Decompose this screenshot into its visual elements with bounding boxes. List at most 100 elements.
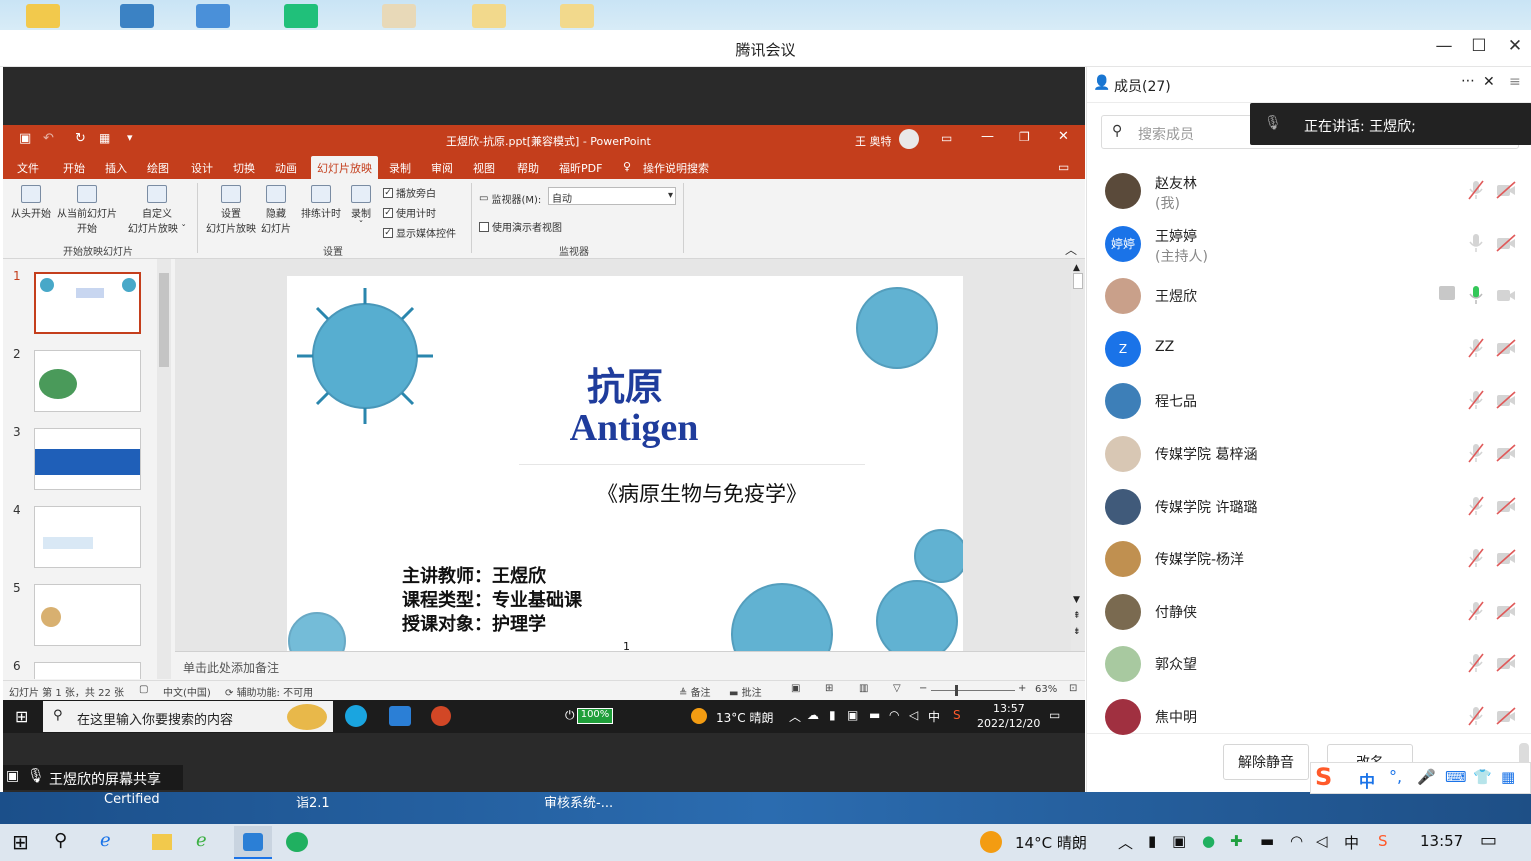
tab-foxit-pdf[interactable]: 福昕PDF <box>559 160 602 176</box>
panel-close-icon[interactable]: ✕ <box>1483 74 1495 90</box>
tab-file[interactable]: 文件 <box>17 160 39 176</box>
camera-off-icon[interactable] <box>1495 654 1517 672</box>
slide-thumb-6[interactable] <box>34 662 141 679</box>
comments-button[interactable]: ▬ 批注 <box>729 684 762 699</box>
undo-icon[interactable]: ↶ <box>43 131 54 146</box>
tray-chevron-icon[interactable]: ︿ <box>789 708 801 725</box>
ie-icon[interactable]: ℯ <box>100 830 111 851</box>
accessibility-status[interactable]: ⟳ 辅助功能: 不可用 <box>225 684 313 699</box>
monitor-icon[interactable] <box>120 4 154 28</box>
from-start-button[interactable]: 从头开始 <box>9 185 53 220</box>
mic-muted-icon[interactable] <box>1467 442 1485 464</box>
customize-qat-icon[interactable]: ▾ <box>127 131 133 144</box>
taskbar-weather[interactable]: 14°C 晴朗 <box>1015 832 1087 853</box>
scroll-up-icon[interactable]: ▲ <box>1073 263 1080 273</box>
rehearse-timings-button[interactable]: 排练计时 <box>299 185 343 220</box>
presenter-view-checkbox[interactable]: 使用演示者视图 <box>479 219 562 234</box>
taskbar-ime[interactable]: 中 <box>1344 832 1359 853</box>
mic-active-icon[interactable] <box>1467 284 1485 306</box>
mic-muted-icon[interactable] <box>1467 232 1485 254</box>
zoom-in-icon[interactable]: + <box>1018 683 1026 694</box>
camera-off-icon[interactable] <box>1495 707 1517 725</box>
save-icon[interactable]: ▣ <box>19 131 31 146</box>
keyboard-icon[interactable]: ⌨ <box>1445 768 1467 786</box>
mic-muted-icon[interactable] <box>1467 337 1485 359</box>
tab-draw[interactable]: 绘图 <box>147 160 169 176</box>
folder-icon[interactable] <box>26 4 60 28</box>
slideshow-view-icon[interactable]: ▽ <box>893 683 901 694</box>
tab-home[interactable]: 开始 <box>63 160 85 176</box>
notification-icon[interactable]: ▭ <box>1049 708 1060 722</box>
fit-slide-icon[interactable]: ⊡ <box>1069 683 1077 694</box>
app-360-icon[interactable] <box>196 4 230 28</box>
slide-thumb-3[interactable] <box>34 428 141 490</box>
zoom-level[interactable]: 63% <box>1035 684 1057 695</box>
windows-start-icon[interactable]: ⊞ <box>12 830 29 854</box>
taskbar-clock[interactable]: 13:57 <box>1420 832 1463 850</box>
ppt-minimize-icon[interactable]: — <box>981 129 994 144</box>
notes-pane[interactable]: 单击此处添加备注 <box>175 651 1085 679</box>
tab-design[interactable]: 设计 <box>191 160 213 176</box>
thumbnail-scrollbar[interactable] <box>157 259 171 679</box>
ime-mode[interactable]: 中 <box>1359 768 1375 792</box>
sogou-icon[interactable]: S <box>1378 832 1388 850</box>
from-current-button[interactable]: 从当前幻灯片 开始 <box>55 185 119 235</box>
record-button[interactable]: 录制 ˇ <box>347 185 375 231</box>
monitor-select[interactable]: 自动 ▾ <box>548 187 676 205</box>
desktop-label-3[interactable]: 审核系统-... <box>544 792 613 811</box>
reading-view-icon[interactable]: ▥ <box>859 683 868 694</box>
edge-icon[interactable] <box>345 705 367 727</box>
member-row[interactable]: 焦中明 <box>1087 691 1531 743</box>
member-row[interactable]: 传媒学院 葛梓涵 <box>1087 428 1531 480</box>
camera-off-icon[interactable] <box>1495 339 1517 357</box>
zoom-out-icon[interactable]: − <box>919 683 927 694</box>
ime-toolbar[interactable]: S 中 °, 🎤 ⌨ 👕 ▦ <box>1310 762 1531 794</box>
desktop-label-2[interactable]: 诣2.1 <box>296 792 330 811</box>
desktop-label-1[interactable]: Certified <box>104 792 160 807</box>
member-row[interactable]: 付静侠 <box>1087 586 1531 638</box>
tray-chevron-icon[interactable]: ︿ <box>1118 832 1133 853</box>
slide[interactable]: 抗原 Antigen 《病原生物与免疫学》 主讲教师：王煜欣 课程类型：专业基础… <box>287 276 963 653</box>
next-slide-icon[interactable]: ⇟ <box>1073 627 1081 637</box>
tab-animations[interactable]: 动画 <box>275 160 297 176</box>
prev-slide-icon[interactable]: ⇞ <box>1073 611 1081 621</box>
media-controls-checkbox[interactable]: ✓ 显示媒体控件 <box>383 225 456 240</box>
wechat-work-icon[interactable] <box>284 4 318 28</box>
voice-icon[interactable]: 🎤 <box>1417 768 1436 786</box>
member-row[interactable]: 婷婷 王婷婷 (主持人) <box>1087 218 1531 270</box>
language-status[interactable]: 中文(中国) <box>163 684 211 699</box>
document-icon[interactable] <box>382 4 416 28</box>
camera-off-icon[interactable] <box>1495 181 1517 199</box>
ppt-close-icon[interactable]: ✕ <box>1058 129 1069 144</box>
zoom-slider[interactable] <box>931 690 1015 691</box>
screen-share-label[interactable]: ▣ 🎙 王煜欣的屏幕共享 <box>3 765 183 790</box>
mic-icon[interactable]: ▮ <box>1148 832 1156 850</box>
more-icon[interactable]: ⋯ <box>1461 73 1475 89</box>
tab-view[interactable]: 视图 <box>473 160 495 176</box>
tab-help[interactable]: 帮助 <box>517 160 539 176</box>
custom-show-button[interactable]: 自定义 幻灯片放映 ˇ <box>125 185 189 235</box>
setup-show-button[interactable]: 设置 幻灯片放映 <box>203 185 259 235</box>
notes-button[interactable]: ≜ 备注 <box>679 684 711 699</box>
hide-slide-button[interactable]: 隐藏 幻灯片 <box>259 185 293 235</box>
mic-muted-icon[interactable] <box>1467 652 1485 674</box>
battery-tray-icon[interactable]: ▬ <box>1260 832 1274 850</box>
meeting-icon[interactable] <box>389 706 411 726</box>
narration-checkbox[interactable]: ✓ 播放旁白 <box>383 185 436 200</box>
wifi-icon[interactable]: ◠ <box>1290 832 1303 850</box>
meeting-taskbar-button[interactable] <box>234 826 272 859</box>
mic-muted-icon[interactable] <box>1467 389 1485 411</box>
user-avatar[interactable] <box>899 129 919 149</box>
tab-review[interactable]: 审阅 <box>431 160 453 176</box>
slide-thumb-4[interactable] <box>34 506 141 568</box>
member-row[interactable]: 传媒学院-杨洋 <box>1087 533 1531 585</box>
ppt-restore-icon[interactable]: ❐ <box>1019 130 1030 144</box>
menu-icon[interactable]: ≡ <box>1509 74 1521 90</box>
cloud-icon[interactable]: ☁ <box>807 708 819 722</box>
member-row[interactable]: 王煜欣 <box>1087 270 1531 322</box>
wechat-icon[interactable] <box>286 832 308 852</box>
camera-off-icon[interactable] <box>1495 286 1517 304</box>
sorter-view-icon[interactable]: ⊞ <box>825 683 833 694</box>
shared-clock-time[interactable]: 13:57 <box>993 702 1025 715</box>
canvas-scrollbar[interactable]: ▲ ▼ ⇞ ⇟ <box>1071 259 1085 651</box>
